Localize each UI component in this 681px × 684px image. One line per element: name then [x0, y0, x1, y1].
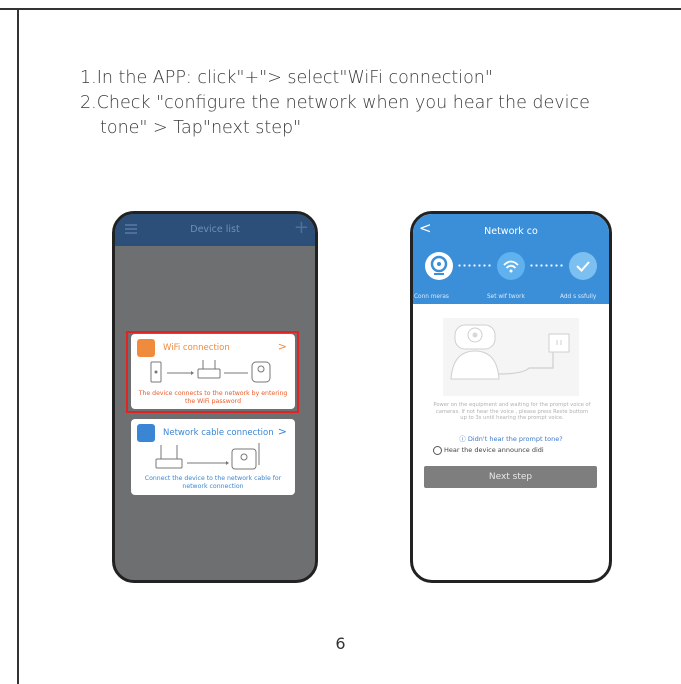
instruction-step-2: 2.Check "configure the network when you … — [80, 93, 590, 113]
step-connector — [529, 264, 565, 267]
left-phone-screenshot: Device list + WiFi connection > The devi… — [112, 211, 318, 583]
plus-icon[interactable]: + — [294, 219, 309, 237]
right-phone-screenshot: < Network co Conn meras Set wif twork Ad… — [410, 211, 612, 583]
left-rule — [17, 8, 19, 684]
cable-connection-label: Network cable connection — [163, 428, 274, 438]
cable-connection-desc: Connect the device to the network cable … — [144, 475, 282, 490]
chevron-right-icon: > — [277, 425, 287, 438]
page-number: 6 — [335, 634, 346, 653]
step-label-1: Conn meras — [414, 294, 449, 300]
step-connector — [457, 264, 493, 267]
instruction-note: Power on the equipment and waiting for t… — [433, 402, 591, 421]
wifi-option-highlight — [126, 331, 299, 413]
network-config-header: < Network co Conn meras Set wif twork Ad… — [413, 214, 609, 304]
step-label-3: Add s ssfully — [560, 294, 597, 300]
hear-announce-label: Hear the device announce didi — [444, 446, 544, 454]
cable-setup-illustration — [155, 443, 260, 470]
device-list-header: Device list + — [115, 214, 315, 246]
wifi-icon — [497, 252, 525, 280]
cable-connection-card[interactable]: Network cable connection > Connect the d… — [131, 419, 295, 495]
next-step-button[interactable]: Next step — [424, 466, 597, 488]
camera-outlet-illustration — [443, 318, 579, 396]
instruction-step-1: 1.In the APP: click"+"> select"WiFi conn… — [80, 68, 493, 88]
top-rule — [0, 8, 681, 10]
device-list-title: Device list — [190, 224, 240, 235]
prompt-tone-help-link[interactable]: ⓘ Didn't hear the prompt tone? — [413, 433, 609, 443]
instructions: 1.In the APP: click"+"> select"WiFi conn… — [80, 66, 660, 141]
cable-card-icon — [137, 424, 155, 442]
network-config-title: Network co — [484, 226, 538, 237]
hear-announce-radio[interactable] — [433, 446, 442, 455]
check-icon — [569, 252, 597, 280]
instruction-step-2-cont: tone" > Tap"next step" — [100, 118, 302, 138]
step-label-2: Set wif twork — [487, 294, 525, 300]
camera-icon — [425, 252, 453, 280]
